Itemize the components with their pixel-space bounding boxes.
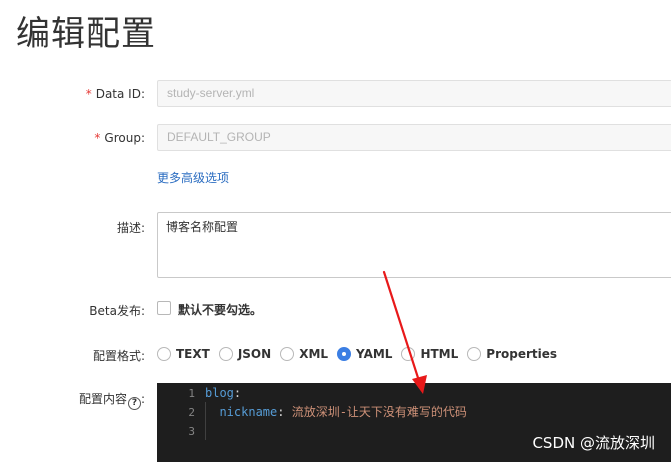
yaml-key: nickname — [219, 405, 278, 419]
format-radio-html[interactable]: HTML — [401, 347, 458, 361]
data-id-input[interactable]: study-server.yml — [157, 80, 671, 107]
group-input[interactable]: DEFAULT_GROUP — [157, 124, 671, 151]
beta-label: Beta发布: — [89, 304, 145, 318]
line-number: 2 — [188, 406, 195, 419]
format-radio-yaml[interactable]: YAML — [337, 347, 392, 361]
required-mark: * — [94, 131, 101, 145]
radio-circle — [401, 347, 416, 361]
line-number: 3 — [188, 425, 195, 438]
radio-circle-selected — [337, 347, 352, 361]
radio-circle — [218, 347, 233, 361]
description-textarea[interactable]: 博客名称配置 — [157, 212, 671, 278]
editor-line: 2 nickname: 流放深圳-让天下没有难写的代码 — [157, 403, 671, 422]
data-id-label: * Data ID: — [85, 87, 145, 101]
content-label: 配置内容?: — [78, 392, 145, 410]
radio-circle — [280, 347, 295, 361]
advanced-options-link[interactable]: 更多高级选项 — [157, 169, 229, 186]
editor-line: 1 blog: — [157, 384, 671, 403]
required-mark: * — [85, 87, 92, 101]
radio-circle — [467, 347, 482, 361]
format-radio-text[interactable]: TEXT — [157, 347, 210, 361]
format-label: 配置格式: — [92, 349, 145, 363]
format-radio-json[interactable]: JSON — [218, 347, 271, 361]
description-label: 描述: — [116, 221, 145, 235]
page-title: 编辑配置 — [16, 14, 156, 54]
format-radio-properties[interactable]: Properties — [467, 347, 557, 361]
yaml-separator: : — [277, 405, 292, 419]
beta-checkbox-label: 默认不要勾选。 — [178, 303, 263, 317]
beta-checkbox[interactable] — [157, 301, 171, 315]
line-number: 1 — [188, 387, 195, 400]
yaml-key: blog — [205, 386, 234, 400]
group-label: * Group: — [94, 131, 145, 145]
radio-circle — [157, 347, 171, 361]
yaml-separator: : — [233, 386, 242, 400]
format-radio-group: TEXT JSON XML YAML HTML Properties — [157, 345, 566, 363]
yaml-value: 流放深圳-让天下没有难写的代码 — [291, 405, 467, 419]
format-radio-xml[interactable]: XML — [280, 347, 328, 361]
help-icon[interactable]: ? — [127, 397, 141, 410]
watermark: CSDN @流放深圳 — [532, 434, 655, 452]
